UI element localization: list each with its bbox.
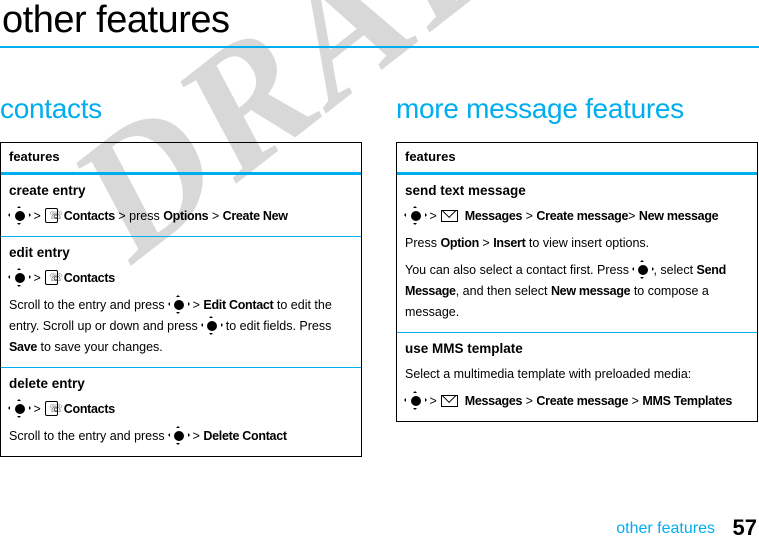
path-separator: >: [482, 236, 490, 250]
path-menu-item: Save: [9, 340, 37, 354]
contacts-feature-table: features create entry > ☏ Contacts > pre…: [0, 142, 362, 457]
row-instruction: Scroll to the entry and press > Delete C…: [9, 426, 353, 447]
navigation-key-icon: [167, 295, 190, 314]
contacts-handset-icon: ☏: [45, 208, 63, 223]
table-row: send text message > Messages > Create me…: [397, 175, 757, 333]
instruction-text: Scroll to the entry and press: [9, 429, 165, 443]
navigation-key-icon: [404, 206, 427, 225]
path-separator: >: [525, 209, 533, 223]
navigation-key-icon: [404, 391, 427, 410]
instruction-text: to save your changes.: [40, 340, 163, 354]
title-divider: [0, 46, 759, 48]
row-title: send text message: [405, 183, 526, 198]
path-menu-item: Option: [440, 236, 479, 250]
footer-page-number: 57: [732, 515, 757, 540]
path-separator: >: [211, 209, 220, 223]
page-footer: other features 57: [0, 515, 759, 544]
instruction-text: Scroll to the entry and press: [9, 298, 165, 312]
navigation-key-icon: [8, 399, 31, 418]
row-body: > ☏ Contacts Scroll to the entry and pre…: [8, 399, 353, 447]
path-separator: >: [628, 209, 636, 223]
table-header-features: features: [397, 143, 757, 175]
path-separator: >: [192, 429, 200, 443]
instruction-text: to edit fields. Press: [225, 319, 332, 333]
contacts-handset-icon: ☏: [45, 401, 63, 416]
section-heading-more-message-features: more message features: [396, 93, 684, 124]
navigation-path: > ☏ Contacts: [8, 399, 353, 420]
path-app-label: Messages: [464, 209, 523, 223]
row-instruction: You can also select a contact first. Pre…: [405, 260, 749, 323]
section-heading-contacts: contacts: [0, 93, 102, 124]
instruction-text: Press: [405, 236, 437, 250]
path-menu-item: Create New: [222, 209, 288, 223]
navigation-path: > ☏ Contacts: [8, 268, 353, 289]
page-title: other features: [2, 0, 230, 41]
instruction-text: You can also select a contact first. Pre…: [405, 263, 629, 277]
path-menu-item: Edit Contact: [203, 298, 274, 312]
navigation-path: > Messages > Create message > MMS Templa…: [404, 391, 749, 412]
envelope-icon: [441, 395, 459, 407]
table-row: use MMS template Select a multimedia tem…: [397, 333, 757, 421]
path-menu-item: Options: [163, 209, 209, 223]
path-menu-item: MMS Templates: [642, 394, 733, 408]
path-app-label: Contacts: [63, 209, 115, 223]
path-separator: >: [118, 209, 126, 223]
row-title: create entry: [9, 183, 86, 198]
row-instruction: Scroll to the entry and press > Edit Con…: [9, 295, 353, 358]
path-separator: >: [33, 271, 41, 285]
table-row: edit entry > ☏ Contacts Scroll to the en…: [1, 237, 361, 368]
row-body: > ☏ Contacts > press Options > Create Ne…: [8, 206, 353, 227]
row-title: use MMS template: [405, 341, 523, 356]
table-row: create entry > ☏ Contacts > press Option…: [1, 175, 361, 237]
path-separator: >: [429, 209, 437, 223]
path-verb: press: [129, 209, 160, 223]
path-separator: >: [192, 298, 200, 312]
row-body: Select a multimedia template with preloa…: [404, 364, 749, 412]
navigation-key-icon: [8, 206, 31, 225]
row-body: > Messages > Create message> New message…: [404, 206, 749, 323]
table-header-features: features: [1, 143, 361, 175]
table-row: delete entry > ☏ Contacts Scroll to the …: [1, 368, 361, 456]
path-menu-item: Insert: [493, 236, 526, 250]
navigation-path: > Messages > Create message> New message: [404, 206, 749, 227]
path-menu-item: New message: [550, 284, 631, 298]
path-menu-item: New message: [638, 209, 719, 223]
navigation-key-icon: [200, 316, 223, 335]
navigation-key-icon: [8, 268, 31, 287]
message-features-column: more message features features send text…: [396, 92, 758, 422]
instruction-text: , select: [653, 263, 694, 277]
contacts-handset-icon: ☏: [45, 270, 63, 285]
navigation-key-icon: [167, 426, 190, 445]
row-title: delete entry: [9, 376, 85, 391]
path-separator: >: [429, 394, 437, 408]
path-menu-item: Delete Contact: [203, 429, 287, 443]
contacts-column: contacts features create entry > ☏ Conta…: [0, 92, 362, 457]
path-separator: >: [33, 402, 41, 416]
navigation-path: > ☏ Contacts > press Options > Create Ne…: [8, 206, 353, 227]
row-instruction: Press Option > Insert to view insert opt…: [405, 233, 749, 254]
instruction-text: to view insert options.: [528, 236, 650, 250]
row-instruction: Select a multimedia template with preloa…: [405, 367, 692, 381]
path-app-label: Messages: [464, 394, 523, 408]
path-app-label: Contacts: [63, 271, 115, 285]
envelope-icon: [441, 210, 459, 222]
path-menu-item: Create message: [536, 209, 629, 223]
path-app-label: Contacts: [63, 402, 115, 416]
row-body: > ☏ Contacts Scroll to the entry and pre…: [8, 268, 353, 358]
message-feature-table: features send text message > Messages > …: [396, 142, 758, 422]
path-separator: >: [631, 394, 639, 408]
path-separator: >: [525, 394, 533, 408]
path-menu-item: Create message: [536, 394, 629, 408]
row-title: edit entry: [9, 245, 70, 260]
manual-page: other features contacts features create …: [0, 0, 759, 547]
navigation-key-icon: [631, 260, 655, 279]
instruction-text: , and then select: [455, 284, 548, 298]
footer-section-label: other features: [616, 520, 715, 537]
path-separator: >: [33, 209, 41, 223]
